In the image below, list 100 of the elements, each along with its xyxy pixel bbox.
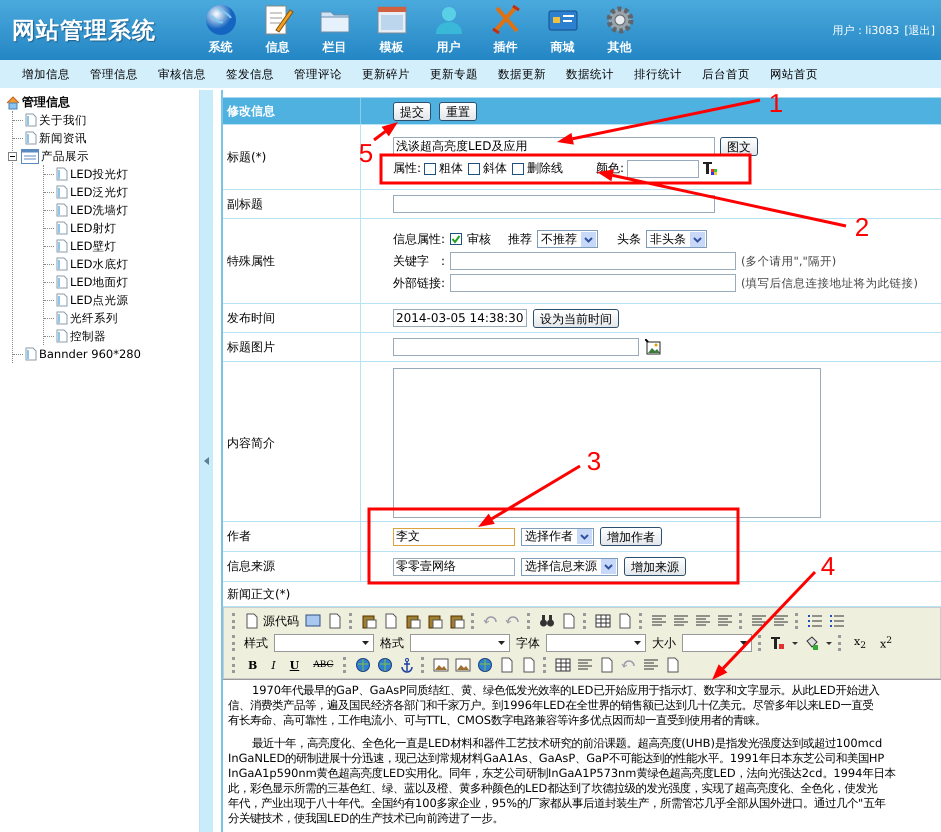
dropdown-field[interactable]: 非头条: [646, 230, 708, 248]
source-field[interactable]: 零零壹网络: [393, 558, 515, 576]
add-button[interactable]: 增加作者: [600, 527, 662, 546]
nav-link[interactable]: 网站首页: [760, 66, 828, 82]
tree-item[interactable]: 控制器: [70, 328, 106, 344]
page-icon[interactable]: [665, 657, 682, 673]
tree-item[interactable]: Bannder 960*280: [39, 347, 141, 361]
nav-link[interactable]: 增加信息: [12, 66, 80, 82]
text-color-icon[interactable]: [702, 160, 718, 176]
module-button[interactable]: 信息: [249, 4, 306, 56]
tree-item[interactable]: 关于我们: [39, 112, 87, 128]
picture-icon[interactable]: [455, 657, 472, 673]
clipboard-icon[interactable]: [405, 613, 421, 629]
tree-item[interactable]: 光纤系列: [70, 310, 118, 326]
tree-item[interactable]: LED水底灯: [70, 256, 129, 272]
nav-link[interactable]: 管理评论: [284, 66, 352, 82]
date-field[interactable]: 2014-03-05 14:38:30: [393, 309, 527, 327]
author-field[interactable]: 李文: [393, 528, 515, 546]
nav-link[interactable]: 数据更新: [488, 66, 556, 82]
picture-icon[interactable]: [433, 657, 450, 673]
italic-button[interactable]: I: [267, 658, 280, 672]
title-field[interactable]: 浅谈超高亮度LED及应用: [393, 137, 715, 155]
nav-link[interactable]: 后台首页: [692, 66, 760, 82]
superscript-button[interactable]: x$^{2}$: [876, 635, 896, 651]
dropdown-field[interactable]: 不推荐: [537, 230, 598, 248]
link-field[interactable]: [450, 274, 736, 292]
globe-icon[interactable]: [355, 657, 372, 673]
dropdown-field[interactable]: [410, 634, 510, 652]
nav-link[interactable]: 签发信息: [216, 66, 284, 82]
collapse-icon[interactable]: [8, 152, 17, 160]
color-field[interactable]: [627, 160, 700, 178]
module-button[interactable]: 插件: [477, 4, 534, 56]
keyword-field[interactable]: [450, 252, 736, 270]
module-button[interactable]: 栏目: [306, 4, 363, 56]
source-code-button[interactable]: 源代码: [244, 612, 299, 630]
nav-link[interactable]: 更新碎片: [352, 66, 420, 82]
strikethrough-button[interactable]: ABC: [309, 660, 338, 670]
page-icon[interactable]: [599, 657, 616, 673]
clipboard-icon[interactable]: [427, 613, 443, 629]
page-icon[interactable]: [561, 613, 577, 629]
subtitle-field[interactable]: [393, 195, 715, 213]
dropdown-field[interactable]: 选择作者: [521, 528, 594, 546]
dropdown-field[interactable]: [682, 634, 752, 652]
picture-icon[interactable]: [645, 339, 661, 355]
dropdown-field[interactable]: [546, 634, 646, 652]
submit-button[interactable]: 提交: [393, 102, 431, 120]
tree-item[interactable]: LED泛光灯: [70, 184, 129, 200]
module-button[interactable]: 模板: [363, 4, 420, 56]
globe-icon[interactable]: [477, 657, 494, 673]
globe-icon[interactable]: [377, 657, 394, 673]
table-icon[interactable]: [555, 657, 572, 673]
anchor-icon[interactable]: [399, 657, 416, 673]
clipboard-icon[interactable]: [361, 613, 377, 629]
set-time-button[interactable]: 设为当前时间: [533, 308, 619, 328]
dropdown-field[interactable]: 选择信息来源: [521, 558, 618, 576]
nav-link[interactable]: 审核信息: [148, 66, 216, 82]
page-icon[interactable]: [499, 657, 516, 673]
table-icon[interactable]: [595, 613, 611, 629]
page-icon[interactable]: [327, 613, 343, 629]
checkbox[interactable]: [424, 162, 436, 174]
clipboard-icon[interactable]: [449, 613, 465, 629]
checkbox[interactable]: [468, 162, 480, 174]
tree-root-label[interactable]: 管理信息: [22, 94, 70, 111]
page-icon[interactable]: [383, 613, 399, 629]
dropdown-field[interactable]: [274, 634, 374, 652]
nav-link[interactable]: 排行统计: [624, 66, 692, 82]
tree-item[interactable]: LED点光源: [70, 292, 129, 308]
nav-link[interactable]: 数据统计: [556, 66, 624, 82]
page-icon[interactable]: [244, 613, 260, 629]
list-icon[interactable]: [807, 613, 823, 629]
nav-link[interactable]: 更新专题: [420, 66, 488, 82]
nav-link[interactable]: 管理信息: [80, 66, 148, 82]
page-icon[interactable]: [521, 657, 538, 673]
summary-textarea[interactable]: [393, 368, 821, 518]
tree-item[interactable]: 产品展示: [41, 148, 89, 164]
tree-item[interactable]: LED壁灯: [70, 238, 117, 254]
text-color-icon[interactable]: [770, 635, 786, 651]
subscript-button[interactable]: x$_{2}$: [850, 634, 870, 652]
tree-item[interactable]: LED地面灯: [70, 274, 129, 290]
checkbox[interactable]: [450, 233, 462, 245]
tree-item[interactable]: 新闻资讯: [39, 130, 87, 146]
image-field[interactable]: [393, 338, 639, 356]
left-arrow-icon[interactable]: [204, 457, 209, 465]
module-button[interactable]: 其他: [591, 4, 648, 56]
binoculars-icon[interactable]: [539, 613, 555, 629]
module-button[interactable]: 系统: [192, 4, 249, 56]
page-icon[interactable]: [617, 613, 633, 629]
reset-button[interactable]: 重置: [439, 102, 477, 120]
module-button[interactable]: 商城: [534, 4, 591, 56]
tree-item[interactable]: LED射灯: [70, 220, 117, 236]
underline-button[interactable]: U: [286, 658, 304, 672]
image-text-button[interactable]: 图文: [720, 136, 758, 156]
list-icon[interactable]: [829, 613, 845, 629]
tree-item[interactable]: LED洗墙灯: [70, 202, 129, 218]
bold-button[interactable]: B: [244, 658, 262, 672]
monitor-icon[interactable]: [305, 613, 321, 629]
add-button[interactable]: 增加来源: [624, 557, 686, 576]
checkbox[interactable]: [512, 162, 524, 174]
paint-bucket-icon[interactable]: [804, 635, 820, 651]
module-button[interactable]: 用户: [420, 4, 477, 56]
